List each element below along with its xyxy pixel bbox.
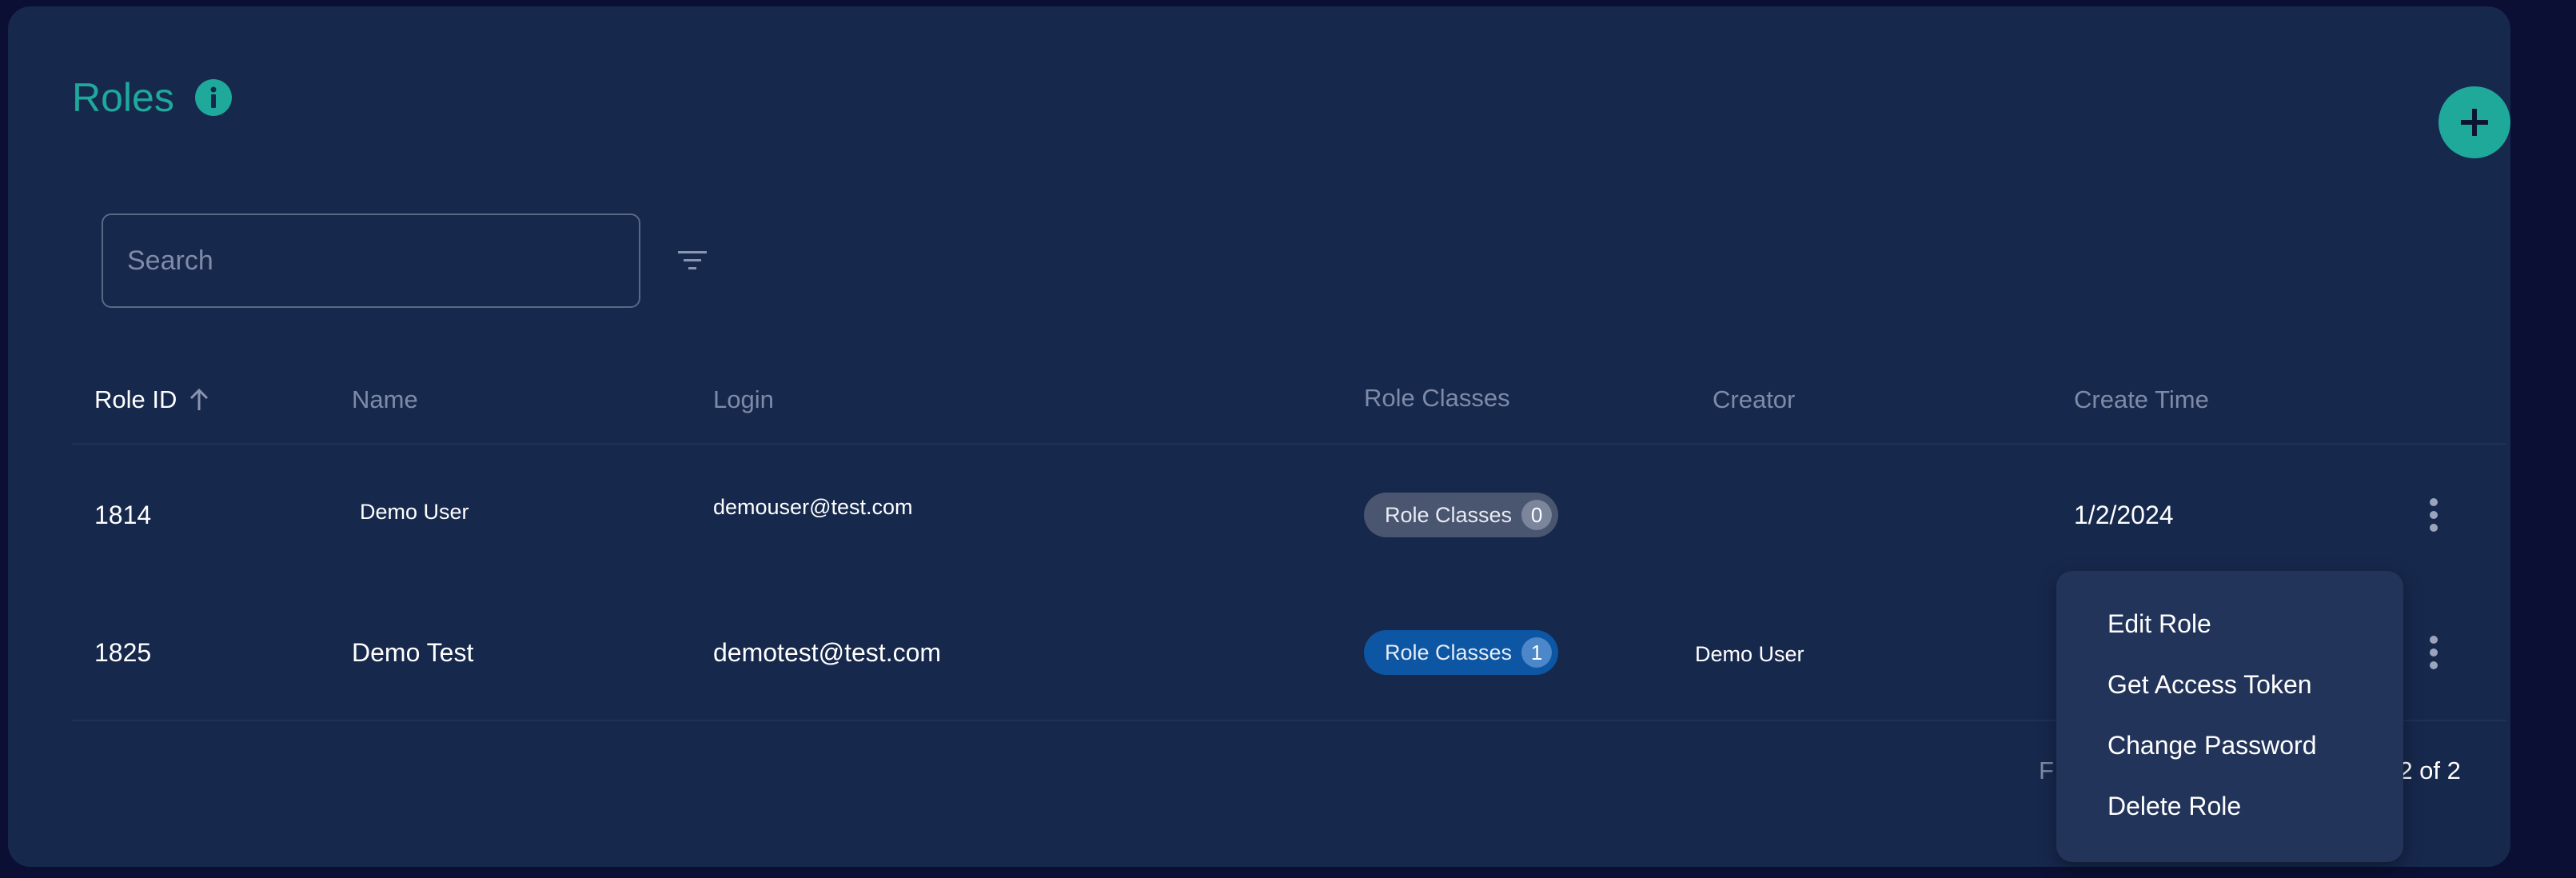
role-classes-label: Role Classes xyxy=(1385,502,1513,527)
search-field[interactable] xyxy=(102,214,640,308)
arrow-up-icon[interactable] xyxy=(188,388,210,412)
column-header-creator[interactable]: Creator xyxy=(1713,384,1795,416)
column-header-create-time[interactable]: Create Time xyxy=(2074,384,2209,416)
column-header-login[interactable]: Login xyxy=(713,384,774,416)
role-classes-chip[interactable]: Role Classes 0 xyxy=(1364,493,1559,537)
role-classes-chip[interactable]: Role Classes 1 xyxy=(1364,630,1559,675)
cell-login: demotest@test.com xyxy=(713,638,942,667)
cell-creator: Demo User xyxy=(1695,642,1804,666)
header-divider xyxy=(72,443,2506,445)
row-actions-button[interactable] xyxy=(2418,629,2450,676)
page-header: Roles xyxy=(72,72,232,123)
column-label-role-id: Role ID xyxy=(94,385,177,413)
column-header-role-classes[interactable]: Role Classes xyxy=(1364,382,1510,414)
role-classes-count: 0 xyxy=(1521,500,1553,530)
plus-icon xyxy=(2461,109,2488,136)
cell-name: Demo User xyxy=(360,500,469,524)
cell-name: Demo Test xyxy=(352,638,474,667)
cell-role-id: 1825 xyxy=(94,638,152,667)
cell-login: demouser@test.com xyxy=(713,495,913,519)
column-header-name[interactable]: Name xyxy=(352,384,418,416)
menu-item-delete-role[interactable]: Delete Role xyxy=(2107,790,2241,822)
more-vertical-icon xyxy=(2430,636,2438,669)
add-role-button[interactable] xyxy=(2438,86,2510,158)
cell-role-id: 1814 xyxy=(94,501,152,529)
menu-item-get-access-token[interactable]: Get Access Token xyxy=(2107,668,2312,700)
row-actions-menu: Edit Role Get Access Token Change Passwo… xyxy=(2056,571,2403,862)
role-classes-label: Role Classes xyxy=(1385,640,1513,664)
role-classes-count: 1 xyxy=(1521,637,1553,668)
filter-icon[interactable] xyxy=(676,248,708,273)
menu-item-change-password[interactable]: Change Password xyxy=(2107,729,2316,761)
info-icon[interactable] xyxy=(194,79,232,116)
more-vertical-icon xyxy=(2430,498,2438,532)
menu-item-edit-role[interactable]: Edit Role xyxy=(2107,608,2211,640)
row-actions-button[interactable] xyxy=(2418,491,2450,539)
search-input[interactable] xyxy=(103,215,639,306)
cell-create-time: 1/2/2024 xyxy=(2074,501,2174,529)
page-title: Roles xyxy=(72,75,174,120)
pagination-rows-label: F xyxy=(2039,756,2054,784)
roles-panel: Roles Role ID Name Login Role Classes Cr… xyxy=(8,6,2510,867)
column-header-role-id[interactable]: Role ID xyxy=(94,384,210,416)
